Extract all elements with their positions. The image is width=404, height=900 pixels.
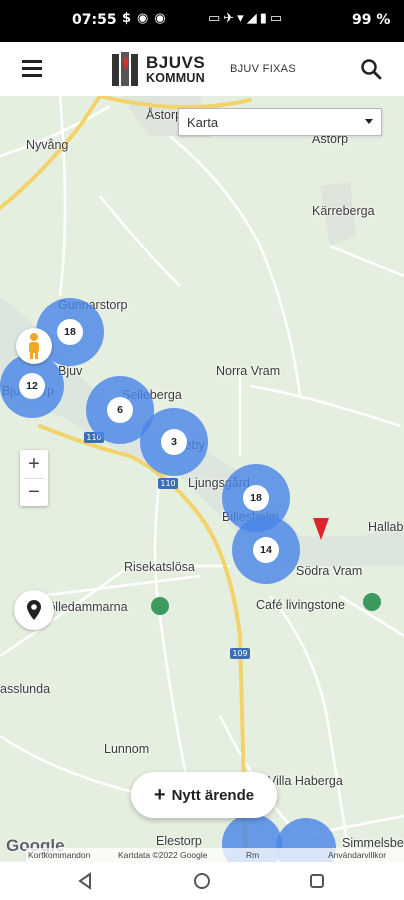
place-label: Lunnom (104, 742, 150, 756)
my-location-button[interactable] (14, 590, 54, 630)
place-label: Villa Haberga (268, 774, 343, 788)
place-label: Norra Vram (216, 364, 281, 378)
system-icons: ▭✈▾◢▮▭ (208, 11, 286, 26)
new-issue-label: Nytt ärende (171, 786, 255, 804)
recents-icon[interactable] (306, 870, 328, 892)
cluster-count: 12 (19, 373, 45, 399)
cluster-count: 6 (107, 397, 133, 423)
app-header: BJUVS KOMMUN BJUV FIXAS (0, 42, 404, 96)
map-attribution: Kortkommandon Kartdata ©2022 Google Rm A… (26, 848, 404, 862)
place-label: Södra Vram (296, 564, 363, 578)
android-nav-bar (0, 862, 404, 900)
cluster-count: 3 (161, 429, 187, 455)
place-label: asslunda (0, 682, 51, 696)
place-label: Hallaba (368, 520, 404, 534)
app-subtitle: BJUV FIXAS (230, 63, 296, 75)
location-pin-icon (27, 600, 41, 620)
zoom-control: + − (20, 450, 48, 506)
road-shield-label: 110 (160, 479, 176, 488)
scale-label: Rm (246, 850, 260, 860)
cluster-count: 14 (253, 537, 279, 563)
map-data-label: Kartdata ©2022 Google (118, 850, 208, 860)
chevron-down-icon (365, 119, 373, 124)
place-label: Åstorp (146, 108, 183, 122)
place-label: Café livingstone (256, 598, 345, 612)
hamburger-menu-icon[interactable] (22, 60, 42, 78)
place-label: Kärreberga (312, 204, 375, 218)
place-label: Risekatslösa (124, 560, 195, 574)
logo-text-line1: BJUVS (146, 53, 206, 72)
map-type-selected: Karta (187, 115, 219, 130)
place-label: Elestorp (156, 834, 202, 848)
bjuvs-kommun-logo: BJUVS KOMMUN (110, 50, 214, 88)
marker-cluster[interactable]: 14 (232, 516, 300, 584)
back-icon[interactable] (74, 870, 96, 892)
cluster-count: 18 (243, 485, 269, 511)
status-time: 07:55 (72, 12, 117, 28)
map-type-select[interactable]: Karta (178, 108, 382, 136)
home-icon[interactable] (191, 870, 213, 892)
zoom-in-button[interactable]: + (20, 450, 48, 478)
road-shield-label: 109 (232, 649, 248, 658)
status-bar: 07:55 $◉◉ ▭✈▾◢▮▭ 99 % (0, 0, 404, 42)
street-view-pegman-icon[interactable] (16, 328, 52, 364)
keyboard-shortcuts-link[interactable]: Kortkommandon (28, 850, 90, 860)
cluster-count: 18 (57, 319, 83, 345)
marker-cluster[interactable]: 3 (140, 408, 208, 476)
notification-icons: $◉◉ (122, 11, 172, 26)
map-view[interactable]: 110 110 109 Åstorp Åstorp Nyvång Kärreberga Gu… (0, 96, 404, 862)
new-issue-button[interactable]: + Nytt ärende (131, 772, 277, 818)
search-icon[interactable] (360, 58, 382, 80)
battery-level: 99 % (352, 12, 391, 28)
terms-link[interactable]: Användarvillkor (328, 850, 386, 860)
zoom-out-button[interactable]: − (20, 478, 48, 506)
plus-icon: + (153, 783, 166, 806)
municipality-crest-icon (112, 52, 138, 86)
logo-text-line2: KOMMUN (146, 71, 205, 85)
place-label: Nyvång (26, 138, 69, 152)
